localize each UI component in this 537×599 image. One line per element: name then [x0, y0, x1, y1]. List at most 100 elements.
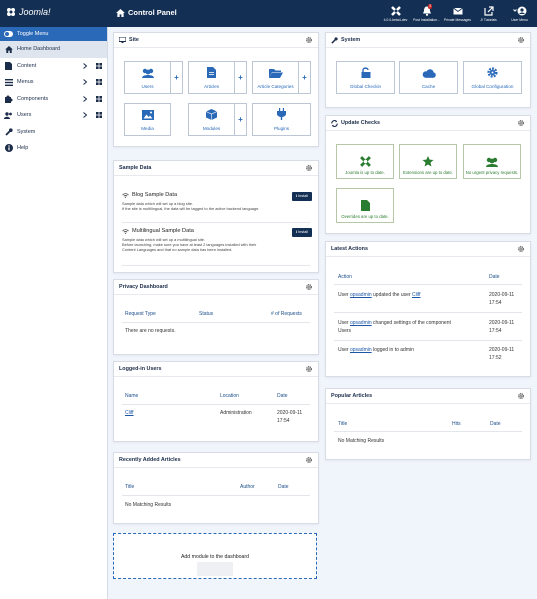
users-icon	[486, 157, 498, 167]
gear-icon[interactable]	[306, 457, 312, 463]
column-header[interactable]: Date	[490, 421, 501, 427]
add-category-button[interactable]: +	[299, 61, 311, 94]
column-header[interactable]: Status	[199, 311, 213, 317]
sidebar-item-components[interactable]: Components	[0, 91, 107, 108]
multilingual-sample-data: Multilingual Sample Data ⭳ Install Sampl…	[122, 228, 312, 252]
logged-in-users-card: Logged-in Users Name Location Date Cliff…	[113, 361, 319, 442]
quickicon-label: Articles	[203, 84, 220, 89]
tutorials-button[interactable]: J! Tutorials	[473, 3, 504, 22]
sample-title: Multilingual Sample Data	[122, 228, 312, 234]
sidebar-item-system[interactable]: System	[0, 124, 107, 141]
dashboard-grid-icon[interactable]	[96, 112, 102, 118]
column-header[interactable]: Request Type	[125, 311, 156, 317]
plugins-quickicon[interactable]: Plugins	[252, 103, 311, 136]
articles-quickicon[interactable]: Articles	[188, 61, 235, 94]
add-module-dashboard[interactable]: Add module to the dashboard	[113, 533, 317, 579]
system-card: System Global Checkin Cache Global Confi…	[325, 32, 531, 108]
gear-icon[interactable]	[518, 120, 524, 126]
file-text-icon	[207, 67, 216, 78]
gear-icon[interactable]	[306, 366, 312, 372]
sidebar-item-label: System	[17, 128, 36, 135]
gear-icon[interactable]	[306, 284, 312, 290]
desktop-icon	[119, 37, 126, 43]
chevron-right-icon[interactable]	[83, 112, 87, 118]
joomla-logo[interactable]: Joomla!	[6, 7, 51, 17]
wifi-icon	[122, 228, 129, 234]
notification-badge: 3	[428, 4, 432, 9]
column-header[interactable]: Hits	[452, 421, 461, 427]
dashboard-grid-icon[interactable]	[96, 62, 102, 69]
add-article-button[interactable]: +	[235, 61, 247, 94]
article-categories-quickicon[interactable]: Article Categories	[252, 61, 299, 94]
user-circle-icon	[512, 6, 526, 16]
sidebar-item-label: Components	[17, 95, 49, 102]
user-link[interactable]: opsadmin	[350, 292, 372, 298]
gear-icon[interactable]	[518, 246, 524, 252]
column-header[interactable]: Title	[338, 421, 347, 427]
quickicon-label: Overrides are up to date.	[341, 214, 389, 219]
column-header[interactable]: Action	[338, 274, 352, 280]
user-link[interactable]: opsadmin	[350, 347, 372, 353]
sidebar-item-menus[interactable]: Menus	[0, 74, 107, 91]
cache-quickicon[interactable]: Cache	[399, 61, 458, 94]
sidebar-item-content[interactable]: Content	[0, 58, 107, 75]
user-menu-button[interactable]: User Menu	[504, 3, 535, 22]
add-user-button[interactable]: +	[171, 61, 183, 94]
chevron-right-icon[interactable]	[83, 79, 87, 85]
chevron-right-icon[interactable]	[83, 62, 87, 69]
modules-quickicon[interactable]: Modules	[188, 103, 235, 136]
action-row: User opsadmin logged in to admin	[338, 346, 488, 354]
column-header[interactable]: Date	[278, 484, 289, 490]
privacy-requests-quickicon[interactable]: No urgent privacy requests.	[463, 144, 521, 179]
gear-icon[interactable]	[306, 165, 312, 171]
file-icon	[4, 61, 13, 70]
gear-icon[interactable]	[518, 393, 524, 399]
dashboard-grid-icon[interactable]	[96, 95, 102, 102]
global-checkin-quickicon[interactable]: Global Checkin	[336, 61, 395, 94]
column-header[interactable]: Date	[489, 274, 500, 280]
column-header[interactable]: # of Requests	[271, 311, 302, 317]
extensions-update-quickicon[interactable]: Extensions are up to date.	[399, 144, 457, 179]
user-link[interactable]: Cliff	[125, 409, 134, 417]
target-link[interactable]: Cliff	[412, 292, 421, 298]
joomla-version-button[interactable]: 4.0.0-beta4-dev	[380, 3, 411, 22]
column-header[interactable]: Location	[220, 393, 239, 399]
private-messages-button[interactable]: Private Messages	[442, 3, 473, 22]
plug-icon	[277, 108, 286, 120]
popular-articles-card: Popular Articles Title Hits Date No Matc…	[325, 388, 531, 460]
column-header[interactable]: Title	[125, 484, 134, 490]
card-header: Latest Actions	[326, 242, 530, 257]
overrides-quickicon[interactable]: Overrides are up to date.	[336, 188, 394, 223]
plus-icon: +	[174, 73, 179, 82]
gear-icon[interactable]	[306, 37, 312, 43]
users-quickicon[interactable]: Users	[124, 61, 171, 94]
install-multilingual-button[interactable]: ⭳ Install	[291, 228, 312, 237]
column-header[interactable]: Name	[125, 393, 138, 399]
dashboard-grid-icon[interactable]	[96, 79, 102, 85]
sidebar-item-home-dashboard[interactable]: Home Dashboard	[0, 41, 107, 58]
install-blog-button[interactable]: ⭳ Install	[291, 192, 312, 201]
chevron-right-icon[interactable]	[83, 95, 87, 102]
list-icon	[4, 78, 13, 87]
gear-icon[interactable]	[518, 37, 524, 43]
sidebar-item-label: Users	[17, 112, 32, 119]
sidebar-item-users[interactable]: Users	[0, 107, 107, 124]
card-header: Privacy Dashboard	[114, 280, 318, 295]
column-header[interactable]: Author	[240, 484, 255, 490]
sample-title-text: Blog Sample Data	[132, 192, 178, 198]
joomla-update-quickicon[interactable]: Joomla is up to date.	[336, 144, 394, 179]
sidebar-toggle-menu[interactable]: Toggle Menu	[0, 27, 107, 41]
plus-icon: +	[238, 73, 243, 82]
card-title: Popular Articles	[331, 393, 373, 399]
card-title: Privacy Dashboard	[119, 284, 168, 290]
media-quickicon[interactable]: Media	[124, 103, 171, 136]
post-installation-button[interactable]: 3 Post Installation...	[411, 3, 442, 22]
action-text: User	[338, 292, 350, 298]
joomla-logo-icon	[7, 8, 15, 16]
sidebar-item-help[interactable]: Help	[0, 140, 107, 157]
user-link[interactable]: opsadmin	[350, 320, 372, 326]
global-configuration-quickicon[interactable]: Global Configuration	[463, 61, 522, 94]
column-header[interactable]: Date	[277, 393, 288, 399]
home-icon	[116, 8, 125, 17]
add-module-button[interactable]: +	[235, 103, 247, 136]
